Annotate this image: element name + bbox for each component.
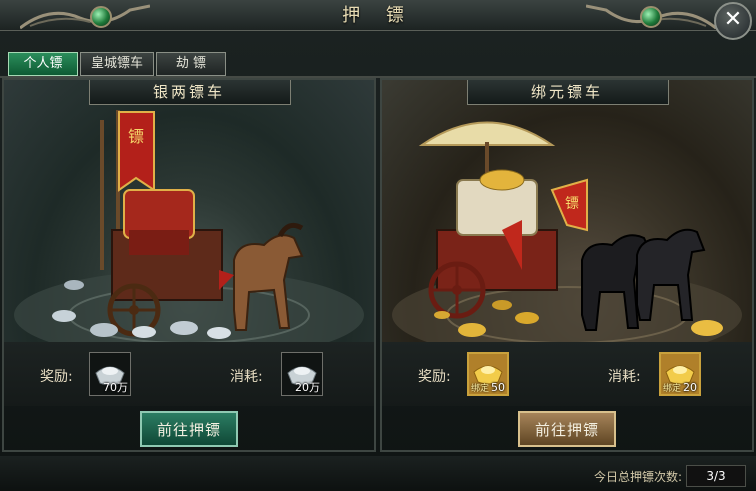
cost-count: 20 xyxy=(683,381,697,394)
footer-bar: 今日总押镖次数: 3/3 xyxy=(0,456,756,491)
cart-name: 绑元镖车 xyxy=(530,83,603,101)
cost-item-slot[interactable]: 20万 xyxy=(281,352,323,396)
go-escort-button-gold[interactable]: 前往押镖 xyxy=(518,411,616,447)
cart-name-banner-gold: 绑元镖车 xyxy=(467,80,669,106)
cart-name-banner-silver: 银两镖车 xyxy=(89,80,291,106)
go-escort-button-silver[interactable]: 前往押镖 xyxy=(140,411,238,447)
cost-item-slot[interactable]: 绑定 20 xyxy=(659,352,701,396)
title-bar: 押 镖 xyxy=(0,0,756,31)
reward-count: 70万 xyxy=(103,381,128,394)
cart-info-row: 奖励: 绑定 50 消耗: 绑定 20 xyxy=(382,342,752,406)
silver-cart-illustration: 镖 xyxy=(14,110,364,342)
bind-tag: 绑定 xyxy=(471,384,490,394)
reward-item-slot[interactable]: 绑定 50 xyxy=(467,352,509,396)
cart-info-row: 奖励: 70万 消耗: 20万 xyxy=(4,342,374,406)
tab-imperial-cart[interactable]: 皇城镖车 xyxy=(80,52,154,76)
tab-personal-escort[interactable]: 个人镖 xyxy=(8,52,78,76)
cart-panel-gold: 镖 绑元镖车 奖励: 绑定 50 消耗: 绑定 20 前往押镖 xyxy=(380,78,754,452)
close-button[interactable]: ✕ xyxy=(714,2,752,40)
daily-escort-count-label: 今日总押镖次数: xyxy=(593,470,682,484)
cost-label: 消耗: xyxy=(230,369,263,385)
reward-count: 50 xyxy=(491,381,505,394)
cost-count: 20万 xyxy=(295,381,320,394)
svg-text:镖: 镖 xyxy=(128,127,144,146)
tab-rob-escort[interactable]: 劫 镖 xyxy=(156,52,226,76)
cart-name: 银两镖车 xyxy=(152,83,225,101)
svg-text:镖: 镖 xyxy=(565,196,579,212)
gold-cart-illustration: 镖 xyxy=(392,121,742,342)
reward-item-slot[interactable]: 70万 xyxy=(89,352,131,396)
reward-label: 奖励: xyxy=(418,369,451,385)
cart-scene-gold: 镖 绑元镖车 xyxy=(382,80,752,342)
cart-scene-silver: 镖 银两镖车 xyxy=(4,80,374,342)
close-icon: ✕ xyxy=(723,7,743,32)
cart-panel-silver: 镖 银两镖车 奖励: 70万 消耗: 20万 前往押镖 xyxy=(2,78,376,452)
escort-window: 押 镖 ✕ 个人镖 皇城镖车 劫 镖 镖 银两镖车 奖励: 70万 消耗: 20… xyxy=(0,0,756,491)
cost-label: 消耗: xyxy=(608,369,641,385)
daily-escort-count-value: 3/3 xyxy=(686,465,746,487)
bind-tag: 绑定 xyxy=(663,384,682,394)
reward-label: 奖励: xyxy=(40,369,73,385)
window-title: 押 镖 xyxy=(342,5,414,26)
